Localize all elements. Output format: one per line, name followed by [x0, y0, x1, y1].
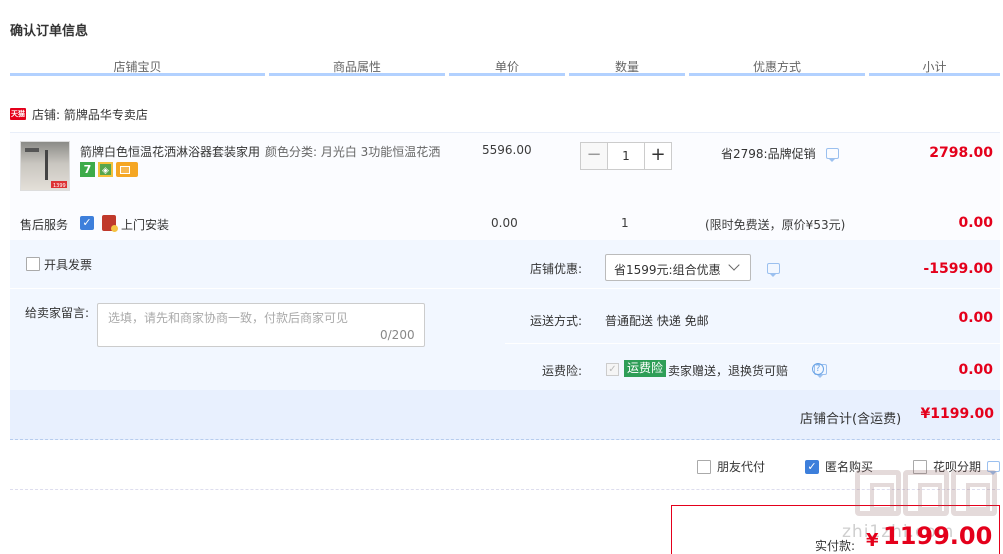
service-quantity: 1	[621, 216, 629, 230]
header-quantity: 数量	[569, 58, 685, 76]
install-service-icon	[102, 215, 118, 232]
promo-info: 省2798:品牌促销	[721, 145, 839, 162]
seven-day-return-icon: 7	[80, 162, 95, 177]
product-name[interactable]: 箭牌白色恒温花洒淋浴器套装家用	[80, 143, 260, 160]
invoice-checkbox[interactable]	[26, 257, 40, 271]
item-subtotal: 2798.00	[929, 145, 993, 161]
thumbnail-price-tag: 1399	[53, 183, 66, 189]
friend-pay-checkbox[interactable]	[697, 459, 711, 474]
table-header: 店铺宝贝 商品属性 单价 数量 优惠方式 小计	[10, 58, 1000, 80]
tmall-icon: 天猫	[10, 108, 26, 120]
service-subtotal: 0.00	[958, 215, 993, 231]
friend-pay-label: 朋友代付	[717, 460, 766, 474]
header-shop-item: 店铺宝贝	[10, 58, 265, 76]
header-property: 商品属性	[269, 58, 445, 76]
shipping-value: 普通配送 快递 免邮	[605, 314, 709, 328]
anonymous-checkbox[interactable]: ✓	[805, 459, 819, 474]
service-label: 售后服务	[20, 218, 69, 232]
quantity-stepper[interactable]: − 1 +	[580, 142, 672, 170]
shop-line: 天猫 店铺: 箭牌品华专卖店	[10, 104, 148, 124]
promo-text: 省2798:品牌促销	[721, 147, 816, 161]
insurance-desc: 卖家赠送，退换货可赔	[668, 364, 789, 378]
insurance-amount: 0.00	[958, 362, 993, 378]
message-char-count: 0/200	[380, 328, 415, 342]
quantity-plus-button[interactable]: +	[644, 142, 672, 170]
header-subtotal: 小计	[869, 58, 1000, 76]
shop-discount-value: 省1599元:组合优惠	[614, 263, 721, 277]
product-property: 颜色分类: 月光白 3功能恒温花洒	[265, 145, 441, 159]
product-thumbnail[interactable]: 1399	[20, 141, 70, 191]
divider	[10, 489, 1000, 490]
shop-discount-label: 店铺优惠:	[530, 262, 583, 276]
payment-value: 1199.00	[883, 522, 993, 550]
message-placeholder: 选填，请先和商家协商一致，付款后商家可见	[108, 311, 349, 325]
promo-chat-icon[interactable]	[825, 148, 839, 162]
service-note: (限时免费送，原价¥53元)	[705, 218, 846, 232]
insurance-checkbox: ✓	[606, 363, 619, 376]
card-icon	[116, 162, 138, 177]
shop-total-label: 店铺合计(含运费)	[800, 412, 902, 427]
payment-label: 实付款:	[815, 539, 856, 553]
invoice-label: 开具发票	[44, 258, 93, 272]
service-checkbox[interactable]: ✓	[80, 216, 94, 230]
header-discount: 优惠方式	[689, 58, 865, 76]
payment-currency: ¥	[866, 530, 879, 551]
shipping-label: 运送方式:	[530, 314, 583, 328]
option-friend-pay[interactable]: 朋友代付	[697, 458, 765, 475]
unit-price: 5596.00	[482, 143, 532, 157]
quantity-input[interactable]: 1	[608, 142, 644, 170]
page-title: 确认订单信息	[10, 24, 89, 39]
header-unit-price: 单价	[449, 58, 565, 76]
insurance-label: 运费险:	[542, 364, 583, 378]
shop-name[interactable]: 店铺: 箭牌品华专卖店	[32, 106, 148, 123]
shop-total-value: ¥1199.00	[920, 406, 994, 422]
quantity-minus-button[interactable]: −	[580, 142, 608, 170]
shop-discount-amount: -1599.00	[923, 261, 993, 277]
discount-chat-icon[interactable]	[767, 263, 780, 277]
product-badges: 7 ◈	[80, 162, 138, 177]
message-label: 给卖家留言:	[25, 306, 90, 320]
help-icon[interactable]: ?	[812, 363, 824, 375]
shipping-amount: 0.00	[958, 310, 993, 326]
service-name: 上门安装	[121, 218, 170, 232]
watermark-logo	[855, 470, 997, 516]
insurance-badge: 运费险	[624, 360, 667, 377]
service-price: 0.00	[491, 216, 518, 230]
guarantee-icon: ◈	[98, 162, 113, 177]
